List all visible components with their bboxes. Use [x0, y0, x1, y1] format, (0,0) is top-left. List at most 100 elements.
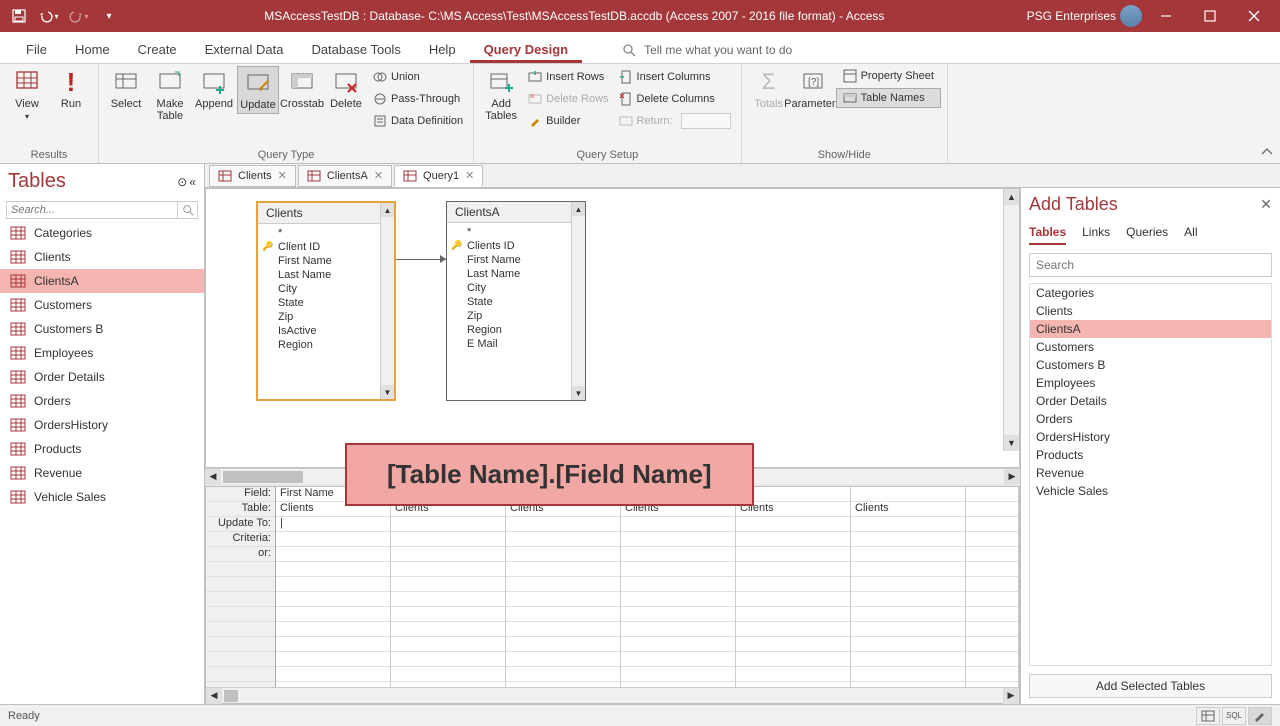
nav-item-clients[interactable]: Clients — [0, 245, 204, 269]
close-icon[interactable]: ✕ — [1260, 196, 1272, 213]
tab-external-data[interactable]: External Data — [191, 36, 298, 63]
undo-icon[interactable]: ▾ — [36, 4, 62, 28]
table-names-button[interactable]: Table Names — [836, 88, 941, 108]
qbe-column[interactable]: Clients — [851, 487, 966, 687]
add-tab-queries[interactable]: Queries — [1126, 225, 1168, 245]
query-designer-canvas[interactable]: Clients *Client IDFirst NameLast NameCit… — [205, 188, 1020, 468]
qat-customize-icon[interactable]: ▾ — [96, 4, 122, 28]
field-item[interactable]: First Name — [447, 253, 585, 267]
add-tables-list[interactable]: CategoriesClientsClientsACustomersCustom… — [1029, 283, 1272, 666]
qbe-column[interactable]: First NameClients| — [276, 487, 391, 687]
doc-tab-clients[interactable]: Clients✕ — [209, 165, 296, 187]
datasheet-view-icon[interactable] — [1196, 707, 1220, 725]
nav-item-vehicle-sales[interactable]: Vehicle Sales — [0, 485, 204, 509]
qbe-horizontal-scrollbar[interactable]: ◀▶ — [206, 687, 1019, 703]
avatar[interactable] — [1120, 5, 1142, 27]
tab-create[interactable]: Create — [124, 36, 191, 63]
nav-item-employees[interactable]: Employees — [0, 341, 204, 365]
nav-pane-title[interactable]: Tables — [8, 170, 66, 193]
field-item[interactable]: Zip — [447, 309, 585, 323]
add-list-item-revenue[interactable]: Revenue — [1030, 464, 1271, 482]
redo-icon[interactable]: ▾ — [66, 4, 92, 28]
delete-button[interactable]: Delete — [325, 66, 367, 112]
delete-columns-button[interactable]: Delete Columns — [615, 88, 735, 110]
builder-button[interactable]: Builder — [524, 110, 612, 132]
parameters-button[interactable]: [?]Parameters — [792, 66, 834, 112]
tab-home[interactable]: Home — [61, 36, 124, 63]
table-box-clientsa[interactable]: ClientsA *Clients IDFirst NameLast NameC… — [446, 201, 586, 401]
nav-item-customers[interactable]: Customers — [0, 293, 204, 317]
property-sheet-button[interactable]: Property Sheet — [836, 66, 941, 86]
nav-collapse-icon[interactable]: « — [189, 175, 196, 189]
add-tab-all[interactable]: All — [1184, 225, 1197, 245]
field-item[interactable]: Clients ID — [447, 239, 585, 253]
tell-me-search[interactable]: Tell me what you want to do — [612, 37, 802, 63]
add-list-item-clients[interactable]: Clients — [1030, 302, 1271, 320]
field-item[interactable]: E Mail — [447, 337, 585, 351]
union-button[interactable]: Union — [369, 66, 467, 88]
qbe-column[interactable]: Clients — [506, 487, 621, 687]
field-item[interactable]: Region — [447, 323, 585, 337]
doc-tab-clientsa[interactable]: ClientsA✕ — [298, 165, 392, 187]
field-item[interactable]: * — [447, 225, 585, 239]
nav-search-input[interactable] — [6, 201, 178, 219]
field-item[interactable]: Client ID — [258, 240, 394, 254]
nav-dropdown-icon[interactable]: ⊙ — [177, 175, 187, 189]
sql-view-icon[interactable]: SQL — [1222, 707, 1246, 725]
field-item[interactable]: Zip — [258, 310, 394, 324]
close-button[interactable] — [1234, 0, 1274, 32]
save-icon[interactable] — [6, 4, 32, 28]
crosstab-button[interactable]: Crosstab — [281, 66, 323, 112]
field-item[interactable]: State — [258, 296, 394, 310]
pass-through-button[interactable]: Pass-Through — [369, 88, 467, 110]
qbe-grid[interactable]: Field:Table:Update To:Criteria:or: First… — [205, 486, 1020, 704]
qbe-column[interactable]: Clients — [621, 487, 736, 687]
designer-vertical-scrollbar[interactable]: ▲▼ — [1003, 189, 1019, 451]
add-list-item-ordershistory[interactable]: OrdersHistory — [1030, 428, 1271, 446]
tab-database-tools[interactable]: Database Tools — [297, 36, 414, 63]
add-tables-button[interactable]: Add Tables — [480, 66, 522, 124]
nav-item-products[interactable]: Products — [0, 437, 204, 461]
join-line[interactable] — [396, 259, 446, 260]
design-view-icon[interactable] — [1248, 707, 1272, 725]
field-item[interactable]: First Name — [258, 254, 394, 268]
return-button[interactable]: Return: — [615, 110, 735, 132]
qbe-columns[interactable]: First NameClients|ClientsClientsClientsC… — [276, 487, 1019, 687]
select-button[interactable]: Select — [105, 66, 147, 112]
nav-item-clientsa[interactable]: ClientsA — [0, 269, 204, 293]
field-item[interactable]: * — [258, 226, 394, 240]
minimize-button[interactable] — [1146, 0, 1186, 32]
collapse-ribbon-icon[interactable] — [1260, 145, 1274, 159]
add-list-item-categories[interactable]: Categories — [1030, 284, 1271, 302]
make-table-button[interactable]: Make Table — [149, 66, 191, 124]
field-item[interactable]: City — [258, 282, 394, 296]
delete-rows-button[interactable]: Delete Rows — [524, 88, 612, 110]
field-item[interactable]: IsActive — [258, 324, 394, 338]
add-tab-links[interactable]: Links — [1082, 225, 1110, 245]
nav-item-order-details[interactable]: Order Details — [0, 365, 204, 389]
insert-columns-button[interactable]: Insert Columns — [615, 66, 735, 88]
table-box-clients[interactable]: Clients *Client IDFirst NameLast NameCit… — [256, 201, 396, 401]
nav-item-orders[interactable]: Orders — [0, 389, 204, 413]
tab-help[interactable]: Help — [415, 36, 470, 63]
nav-item-categories[interactable]: Categories — [0, 221, 204, 245]
field-item[interactable]: State — [447, 295, 585, 309]
run-button[interactable]: !Run — [50, 66, 92, 112]
nav-item-revenue[interactable]: Revenue — [0, 461, 204, 485]
maximize-button[interactable] — [1190, 0, 1230, 32]
update-button[interactable]: Update — [237, 66, 279, 114]
append-button[interactable]: Append — [193, 66, 235, 112]
data-definition-button[interactable]: Data Definition — [369, 110, 467, 132]
tab-query-design[interactable]: Query Design — [470, 36, 583, 63]
add-tab-tables[interactable]: Tables — [1029, 225, 1066, 245]
close-tab-icon[interactable]: ✕ — [278, 169, 287, 182]
nav-search-icon[interactable] — [178, 201, 198, 219]
close-tab-icon[interactable]: ✕ — [465, 169, 474, 182]
qbe-column[interactable]: Clients — [736, 487, 851, 687]
tab-file[interactable]: File — [12, 36, 61, 63]
nav-item-customers-b[interactable]: Customers B — [0, 317, 204, 341]
add-list-item-order-details[interactable]: Order Details — [1030, 392, 1271, 410]
add-list-item-employees[interactable]: Employees — [1030, 374, 1271, 392]
add-list-item-orders[interactable]: Orders — [1030, 410, 1271, 428]
add-selected-tables-button[interactable]: Add Selected Tables — [1029, 674, 1272, 698]
